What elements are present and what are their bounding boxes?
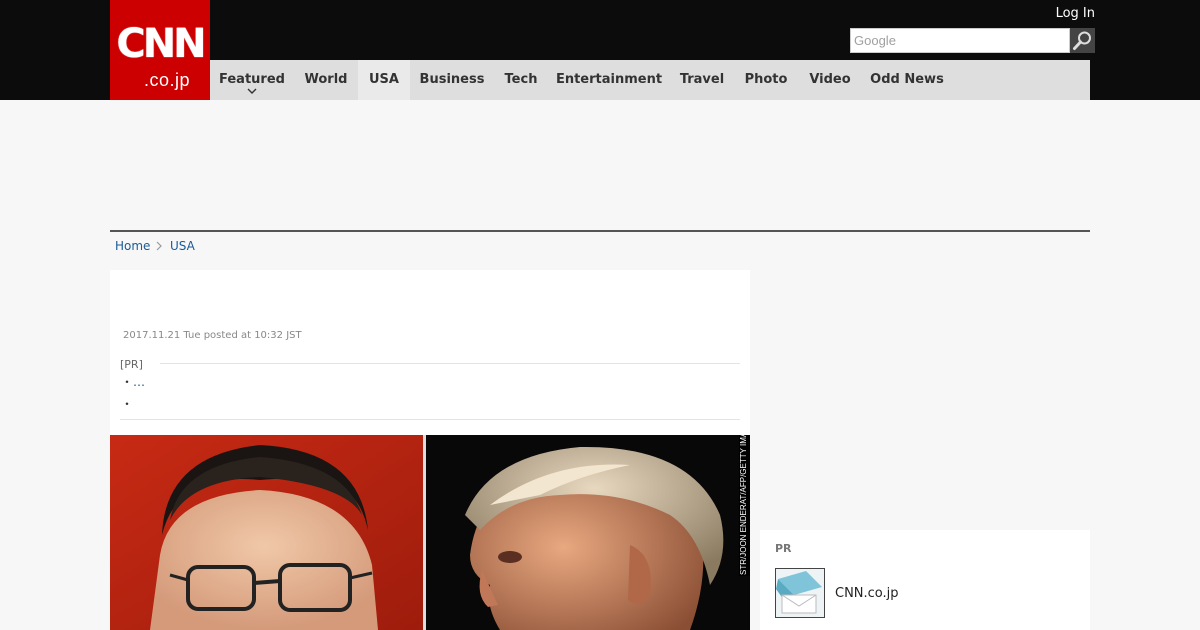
breadcrumb: Home USA — [115, 237, 195, 255]
sidebar-pr-box: PR CNN.co.jp — [760, 530, 1090, 630]
nav-item-travel[interactable]: Travel — [670, 60, 734, 100]
nav-item-business[interactable]: Business — [410, 60, 494, 100]
breadcrumb-home[interactable]: Home — [115, 239, 150, 253]
pr-bullet: ・ — [121, 375, 134, 389]
sidebar-pr-link[interactable]: CNN.co.jp — [835, 586, 899, 601]
search-button[interactable] — [1070, 28, 1095, 53]
pr-bullet-empty: ・ — [121, 397, 134, 411]
article-photo: STR/JOON ENDERAT/AFP/GETTY IMAGES — [110, 435, 750, 630]
cnn-logo[interactable]: CNN .co.jp — [110, 0, 210, 100]
nav-item-video[interactable]: Video — [798, 60, 862, 100]
pr-label: [PR] — [120, 358, 143, 371]
article-dateline: 2017.11.21 Tue posted at 10:32 JST — [123, 330, 302, 341]
main-nav: Featured World USA Business Tech Enterta… — [210, 60, 1090, 100]
article-card: 2017.11.21 Tue posted at 10:32 JST [PR] … — [110, 270, 750, 630]
search-input[interactable] — [850, 28, 1070, 53]
top-bar: CNN .co.jp Log In Featured World USA Bus… — [0, 0, 1200, 100]
pr-bottom-divider — [120, 419, 740, 420]
search-form — [850, 28, 1095, 53]
logo-domain: .co.jp — [143, 70, 191, 90]
nav-item-tech[interactable]: Tech — [494, 60, 548, 100]
nav-item-usa[interactable]: USA — [358, 60, 410, 100]
nav-label-featured: Featured — [219, 72, 285, 87]
logo-wordmark: CNN — [116, 21, 206, 67]
photo-credit: STR/JOON ENDERAT/AFP/GETTY IMAGES — [739, 435, 748, 575]
nav-item-featured[interactable]: Featured — [210, 60, 294, 100]
breadcrumb-usa[interactable]: USA — [170, 237, 195, 255]
sidebar-pr-thumbnail[interactable] — [775, 568, 825, 618]
pr-item: ・… — [121, 374, 145, 390]
sidebar-pr-heading: PR — [775, 542, 792, 555]
login-link[interactable]: Log In — [1056, 5, 1095, 23]
nav-item-odd-news[interactable]: Odd News — [862, 60, 952, 100]
nav-item-entertainment[interactable]: Entertainment — [548, 60, 670, 100]
nav-item-photo[interactable]: Photo — [734, 60, 798, 100]
pr-link[interactable]: … — [133, 375, 145, 389]
chevron-right-icon — [156, 241, 162, 251]
mail-icon — [776, 569, 824, 617]
section-divider — [110, 230, 1090, 232]
search-icon — [1073, 31, 1091, 50]
chevron-down-icon — [247, 88, 257, 94]
pr-divider — [160, 363, 740, 364]
nav-item-world[interactable]: World — [294, 60, 358, 100]
article-photo-image: STR/JOON ENDERAT/AFP/GETTY IMAGES — [110, 435, 750, 630]
